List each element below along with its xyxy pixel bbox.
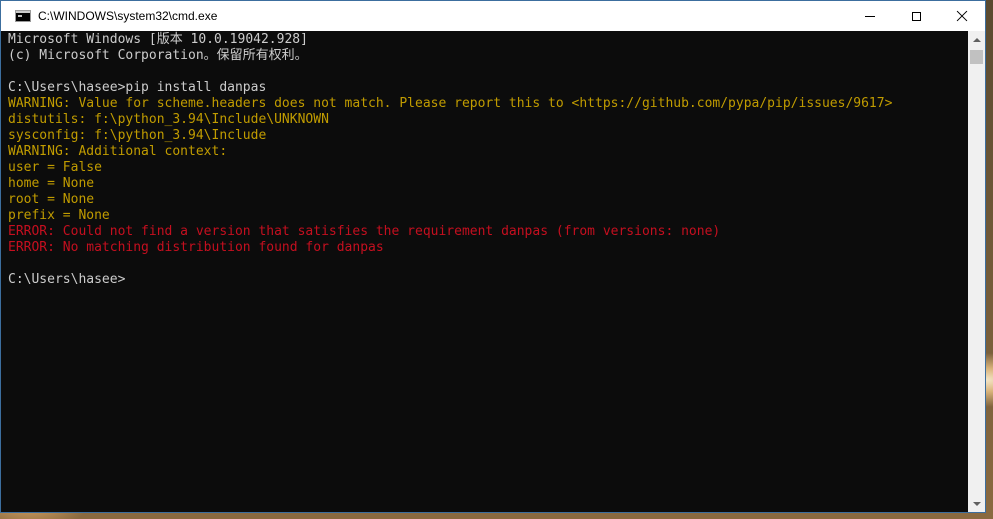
console-line: sysconfig: f:\python_3.94\Include bbox=[8, 128, 267, 143]
minimize-icon bbox=[865, 15, 875, 17]
scrollbar-thumb[interactable] bbox=[970, 50, 983, 64]
cmd-window: C:\WINDOWS\system32\cmd.exe Microsoft Wi… bbox=[0, 0, 986, 513]
console-line: ERROR: Could not find a version that sat… bbox=[8, 224, 721, 239]
console-output[interactable]: Microsoft Windows [版本 10.0.19042.928] (c)… bbox=[1, 31, 968, 512]
console-line: ERROR: No matching distribution found fo… bbox=[8, 240, 384, 255]
maximize-icon bbox=[911, 11, 921, 21]
arrow-up-icon bbox=[972, 37, 981, 42]
close-button[interactable] bbox=[939, 1, 985, 31]
window-title: C:\WINDOWS\system32\cmd.exe bbox=[38, 9, 218, 23]
vertical-scrollbar[interactable] bbox=[968, 31, 985, 512]
console-line: WARNING: Additional context: bbox=[8, 144, 228, 159]
console-line: (c) Microsoft Corporation。保留所有权利。 bbox=[8, 48, 308, 63]
console-line: user = False bbox=[8, 160, 102, 175]
console-line: Microsoft Windows [版本 10.0.19042.928] bbox=[8, 32, 308, 47]
console-line: prefix = None bbox=[8, 208, 110, 223]
console-line: distutils: f:\python_3.94\Include\UNKNOW… bbox=[8, 112, 329, 127]
window-controls bbox=[847, 1, 985, 31]
minimize-button[interactable] bbox=[847, 1, 893, 31]
title-bar[interactable]: C:\WINDOWS\system32\cmd.exe bbox=[1, 1, 985, 31]
scroll-down-button[interactable] bbox=[968, 495, 985, 512]
maximize-button[interactable] bbox=[893, 1, 939, 31]
scroll-up-button[interactable] bbox=[968, 31, 985, 48]
cmd-icon[interactable] bbox=[15, 10, 31, 22]
close-icon bbox=[956, 10, 968, 22]
console-line: home = None bbox=[8, 176, 95, 191]
console-line: root = None bbox=[8, 192, 95, 207]
console-line: C:\Users\hasee>pip install danpas bbox=[8, 80, 267, 95]
console-line: WARNING: Value for scheme.headers does n… bbox=[8, 96, 893, 111]
arrow-down-icon bbox=[972, 501, 981, 506]
console-line: C:\Users\hasee> bbox=[8, 272, 126, 287]
